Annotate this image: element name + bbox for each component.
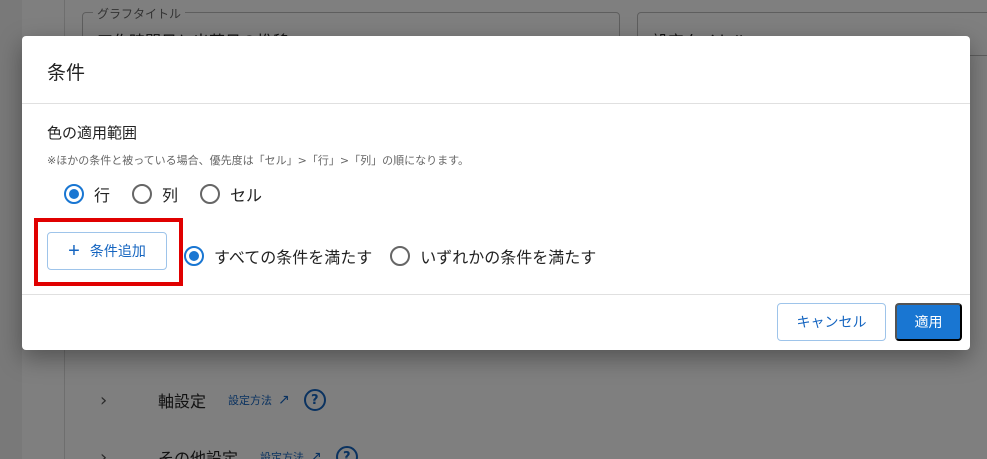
highlight-box [34, 218, 183, 286]
radio-selected-icon[interactable] [184, 246, 204, 266]
match-radio-any-label: いずれかの条件を満たす [420, 248, 597, 267]
scope-radio-cell[interactable]: セル [200, 182, 262, 206]
match-radio-all-label: すべての条件を満たす [214, 248, 373, 267]
radio-selected-icon[interactable] [64, 184, 84, 204]
scope-radio-cell-label: セル [230, 186, 263, 205]
condition-dialog: 条件 色の適用範囲 ※ほかの条件と被っている場合、優先度は「セル」>「行」>「列… [22, 36, 970, 350]
match-radio-all[interactable]: すべての条件を満たす [184, 244, 372, 268]
scope-radio-row-label: 行 [94, 186, 111, 205]
dialog-divider [22, 103, 970, 104]
radio-unselected-icon[interactable] [390, 246, 411, 266]
scope-radio-column-label: 列 [162, 186, 179, 205]
match-radio-group: すべての条件を満たす いずれかの条件を満たす [184, 244, 614, 268]
priority-note: ※ほかの条件と被っている場合、優先度は「セル」>「行」>「列」の順になります。 [47, 154, 469, 167]
radio-unselected-icon[interactable] [132, 184, 153, 204]
footer-divider [22, 294, 970, 295]
cancel-button[interactable]: キャンセル [777, 303, 886, 341]
apply-button[interactable]: 適用 [895, 303, 962, 341]
scope-radio-column[interactable]: 列 [132, 182, 178, 206]
color-scope-title: 色の適用範囲 [47, 124, 138, 142]
radio-unselected-icon[interactable] [200, 184, 221, 204]
scope-radio-group: 行 列 セル [64, 182, 284, 206]
dialog-title: 条件 [47, 62, 86, 84]
match-radio-any[interactable]: いずれかの条件を満たす [390, 244, 596, 268]
scope-radio-row[interactable]: 行 [64, 182, 110, 206]
